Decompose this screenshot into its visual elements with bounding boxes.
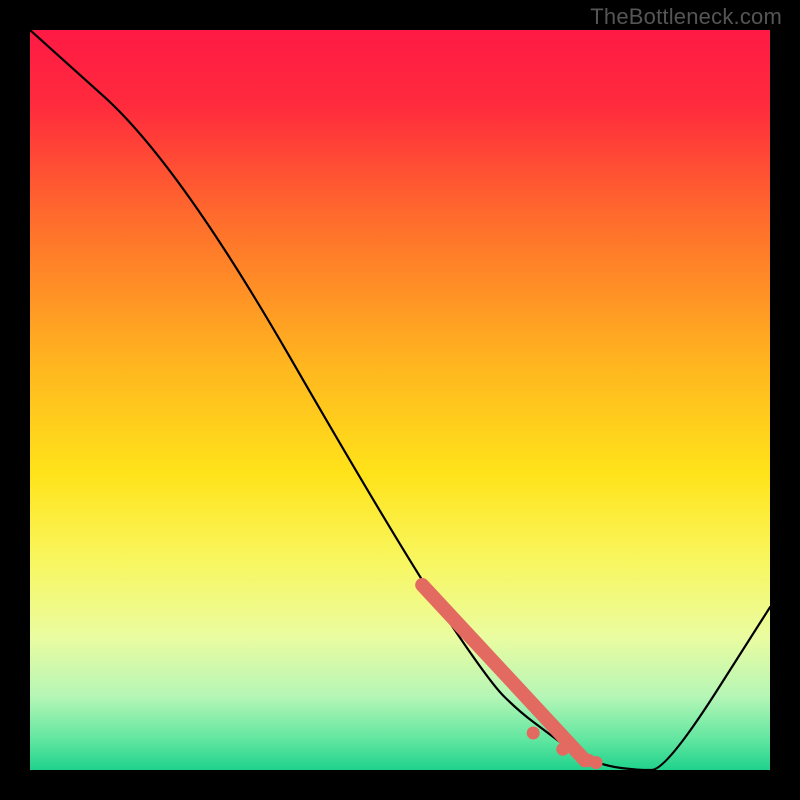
plot-area [30, 30, 770, 770]
watermark-text: TheBottleneck.com [590, 4, 782, 30]
curve-layer [30, 30, 770, 770]
highlight-dot [590, 756, 603, 769]
highlight-dot [556, 743, 569, 756]
highlight-dot [527, 727, 540, 740]
highlight-segment [422, 585, 585, 760]
chart-container: TheBottleneck.com [0, 0, 800, 800]
bottleneck-curve [30, 30, 770, 770]
